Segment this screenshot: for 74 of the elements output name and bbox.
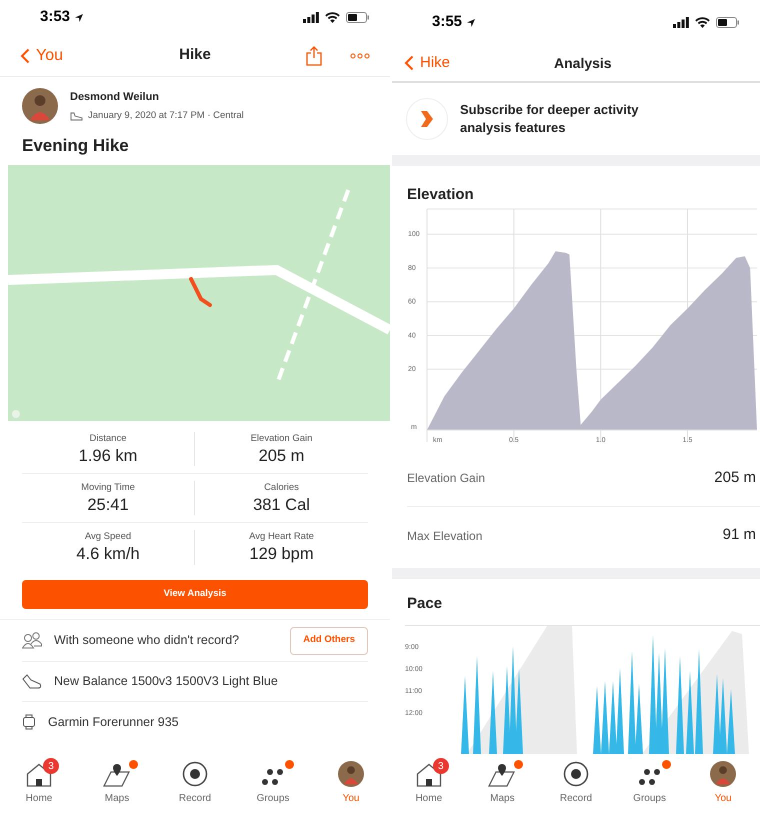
status-time: 3:55 (432, 12, 462, 32)
subscribe-prompt[interactable]: Subscribe for deeper activity analysis features (460, 101, 690, 137)
stat-value: 381 Cal (253, 494, 310, 516)
signal-icon (303, 12, 319, 23)
groups-dots-icon (636, 767, 663, 787)
chevron-logo-icon (420, 111, 434, 127)
stat-value: 205 m (258, 446, 304, 466)
stat-value: 205 m (714, 468, 756, 488)
home-icon (416, 763, 442, 787)
more-icon[interactable] (350, 52, 370, 58)
watch-icon (22, 714, 36, 730)
map-pin-icon (488, 763, 516, 787)
status-time: 3:53 (40, 7, 70, 28)
share-icon[interactable] (306, 46, 322, 66)
battery-icon (716, 17, 740, 28)
notification-badge: 3 (432, 758, 449, 774)
shoe-icon (22, 674, 42, 689)
wifi-icon (325, 12, 340, 23)
tab[interactable]: Maps (87, 760, 147, 806)
stat-label: Max Elevation (407, 528, 482, 544)
groups-dots-icon (260, 767, 286, 787)
tab[interactable]: Home 3 (9, 760, 69, 806)
stat-value: 91 m (722, 525, 756, 546)
gear-name: Garmin Forerunner 935 (48, 714, 179, 731)
stat-label: Elevation Gain (250, 432, 312, 446)
tab[interactable]: Record (165, 760, 225, 806)
section-title: Pace (407, 594, 442, 614)
tab[interactable]: Home 3 (398, 760, 459, 806)
activity-title: Evening Hike (22, 135, 129, 158)
shoe-icon (70, 112, 84, 121)
home-icon (26, 763, 52, 787)
stat-label: Calories (264, 480, 299, 495)
athlete-name[interactable]: Desmond Weilun (70, 88, 244, 106)
record-icon (182, 761, 208, 787)
section-title: Elevation (407, 184, 474, 204)
back-chevron-icon (404, 55, 414, 71)
with-others-prompt: With someone who didn't record? (54, 632, 240, 650)
stat-value: 129 bpm (249, 544, 314, 565)
stat-label: Avg Speed (84, 530, 132, 544)
battery-icon (346, 12, 370, 23)
map-pin-icon (103, 763, 131, 787)
tab[interactable]: You (693, 760, 754, 806)
stat-value: 1.96 km (78, 446, 138, 466)
wifi-icon (695, 17, 710, 28)
avatar (22, 88, 58, 124)
view-analysis-button[interactable]: View Analysis (22, 580, 368, 609)
tab[interactable]: Groups (243, 760, 303, 806)
stat-label: Avg Heart Rate (249, 530, 314, 544)
avatar (338, 761, 364, 787)
location-arrow-icon (466, 18, 476, 28)
gear-name: New Balance 1500v3 1500V3 Light Blue (54, 673, 278, 690)
nav-title: Analysis (554, 54, 612, 73)
back-chevron-icon (20, 48, 30, 64)
add-others-button[interactable]: Add Others (290, 626, 368, 654)
back-button[interactable]: You (20, 44, 63, 68)
people-icon (22, 632, 42, 649)
stat-label: Distance (90, 432, 126, 446)
activity-meta: January 9, 2020 at 7:17 PM · Central (88, 109, 244, 124)
notification-badge: 3 (43, 758, 59, 774)
tab[interactable]: You (321, 760, 381, 806)
stat-value: 4.6 km/h (76, 544, 140, 565)
tab[interactable]: Groups (620, 760, 680, 806)
nav-title: Hike (179, 45, 211, 66)
stat-label: Moving Time (81, 480, 135, 495)
tab[interactable]: Record (546, 760, 606, 806)
back-button[interactable]: Hike (404, 52, 450, 74)
tab[interactable]: Maps (472, 760, 532, 806)
location-arrow-icon (74, 12, 84, 22)
subscribe-badge[interactable] (406, 98, 448, 140)
avatar (710, 761, 736, 787)
record-icon (562, 761, 589, 787)
stat-label: Elevation Gain (407, 470, 486, 487)
stat-value: 25:41 (87, 494, 129, 516)
signal-icon (673, 17, 689, 28)
